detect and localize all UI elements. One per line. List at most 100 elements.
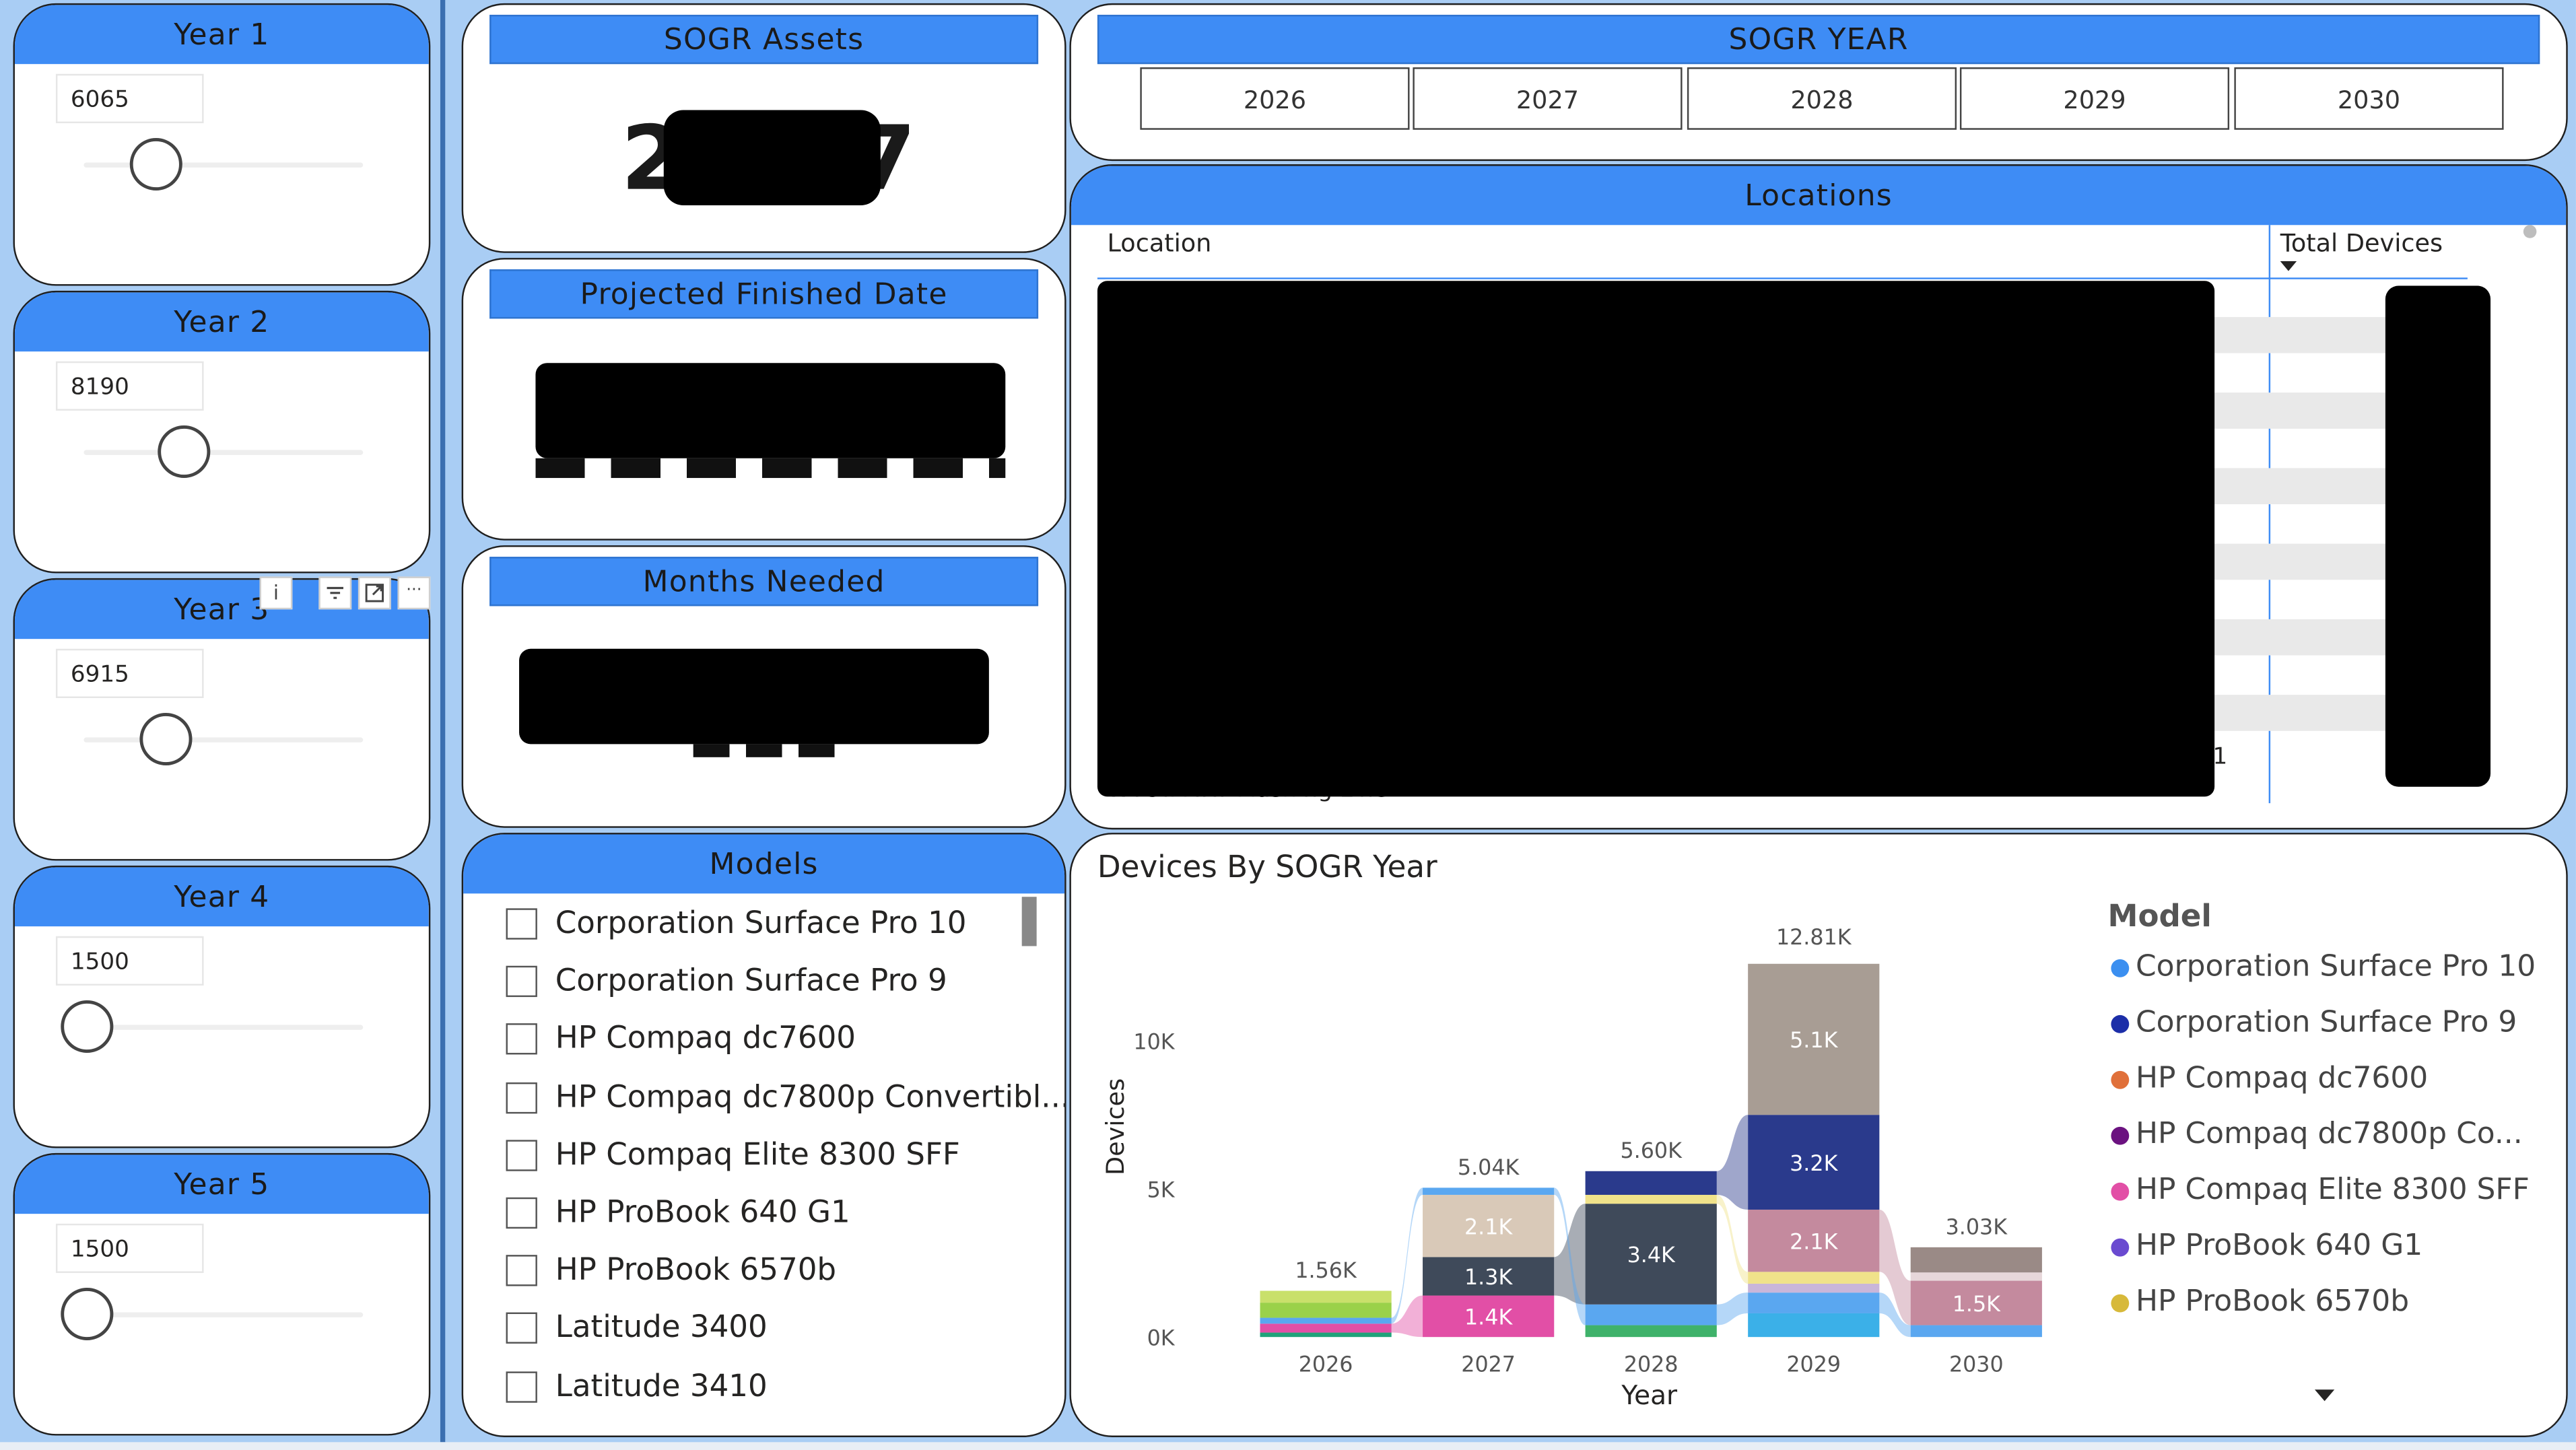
sogr-assets-title: SOGR Assets bbox=[489, 14, 1039, 65]
stack-segment bbox=[1748, 1292, 1880, 1313]
model-option-label: HP ProBook 640 G1 bbox=[555, 1196, 850, 1231]
checkbox[interactable] bbox=[506, 966, 537, 998]
projected-finished-date-redaction bbox=[535, 363, 1006, 458]
months-needed-residue bbox=[693, 744, 848, 757]
models-slicer-card: Models Corporation Surface Pro 10 Corpora… bbox=[461, 833, 1066, 1437]
year-5-value-input[interactable]: 1500 bbox=[55, 1223, 204, 1273]
year-1-slider-handle[interactable] bbox=[129, 137, 182, 191]
more-options-icon[interactable]: ··· bbox=[397, 576, 431, 610]
year-1-slider-track[interactable] bbox=[83, 162, 364, 168]
sogr-year-2027-button[interactable]: 2027 bbox=[1413, 67, 1683, 130]
legend-swatch bbox=[2111, 1238, 2130, 1257]
segment-data-label: 3.2K bbox=[1790, 1152, 1838, 1176]
sogr-assets-card: SOGR Assets 2 7 bbox=[461, 3, 1066, 253]
year-3-value-input[interactable]: 6915 bbox=[55, 648, 204, 698]
total-data-label: 12.81K bbox=[1776, 926, 1852, 950]
sort-desc-icon[interactable] bbox=[2280, 261, 2297, 271]
locations-col-total-header[interactable]: Total Devices bbox=[2280, 228, 2443, 258]
year-1-value-input[interactable]: 6065 bbox=[55, 73, 204, 123]
locations-redaction-totals bbox=[2385, 285, 2491, 787]
year-4-slider-handle[interactable] bbox=[61, 1000, 114, 1054]
left-column-divider bbox=[440, 0, 446, 1443]
locations-scroll-indicator[interactable] bbox=[2523, 225, 2537, 238]
year-2-slider-track[interactable] bbox=[83, 450, 364, 455]
sogr-year-title: SOGR YEAR bbox=[1097, 14, 2540, 65]
stack-segment bbox=[1585, 1171, 1717, 1195]
x-tick-label: 2029 bbox=[1786, 1352, 1841, 1377]
checkbox[interactable] bbox=[506, 1139, 537, 1171]
model-option-label: HP Compaq dc7600 bbox=[555, 1022, 856, 1057]
segment-data-label: 5.1K bbox=[1790, 1029, 1838, 1053]
checkbox[interactable] bbox=[506, 1081, 537, 1113]
models-slicer-scrollbar[interactable] bbox=[1021, 897, 1037, 946]
locations-row-stripe bbox=[2214, 543, 2385, 580]
locations-row-stripe bbox=[2214, 619, 2385, 656]
info-icon[interactable]: i bbox=[259, 576, 293, 610]
checkbox[interactable] bbox=[506, 1313, 537, 1344]
year-2-slider-handle[interactable] bbox=[158, 425, 211, 479]
legend-label: HP ProBook 640 G1 bbox=[2136, 1229, 2423, 1264]
checkbox[interactable] bbox=[506, 1255, 537, 1286]
legend-label: HP Compaq Elite 8300 SFF bbox=[2136, 1173, 2530, 1208]
model-option-label: HP ProBook 6570b bbox=[555, 1253, 837, 1288]
total-data-label: 1.56K bbox=[1295, 1259, 1357, 1283]
model-option-label: HP Compaq Elite 8300 SFF bbox=[555, 1138, 960, 1173]
stack-segment bbox=[1260, 1317, 1392, 1324]
stack-segment bbox=[1260, 1303, 1392, 1318]
sogr-year-2030-button[interactable]: 2030 bbox=[2234, 67, 2504, 130]
stack-segment bbox=[1260, 1290, 1392, 1303]
stack-segment bbox=[1585, 1304, 1717, 1325]
year-4-slider-track[interactable] bbox=[83, 1025, 364, 1030]
year-5-slider-track[interactable] bbox=[83, 1312, 364, 1317]
locations-col-location-header[interactable]: Location bbox=[1108, 228, 1212, 258]
legend-swatch bbox=[2111, 1126, 2130, 1145]
months-needed-redaction bbox=[519, 648, 989, 745]
legend-label: HP ProBook 6570b bbox=[2136, 1284, 2410, 1319]
legend-swatch bbox=[2111, 1070, 2130, 1089]
more-options-glyph: ··· bbox=[406, 581, 422, 600]
filter-icon[interactable] bbox=[318, 576, 352, 610]
locations-title: Locations bbox=[1071, 166, 2567, 226]
legend-label: Corporation Surface Pro 10 bbox=[2136, 949, 2536, 984]
sogr-year-2026-button[interactable]: 2026 bbox=[1140, 67, 1410, 130]
stack-segment bbox=[1423, 1187, 1555, 1195]
legend-scroll-down-icon[interactable] bbox=[2314, 1389, 2335, 1402]
checkbox[interactable] bbox=[506, 908, 537, 940]
total-data-label: 3.03K bbox=[1946, 1215, 2008, 1239]
ribbon-connector bbox=[1716, 1292, 1749, 1325]
x-tick-label: 2026 bbox=[1299, 1352, 1353, 1377]
months-needed-title: Months Needed bbox=[489, 557, 1039, 607]
legend-title: Model bbox=[2107, 900, 2212, 935]
checkbox[interactable] bbox=[506, 1197, 537, 1229]
sogr-year-slicer-card: SOGR YEAR 2026 2027 2028 2029 2030 bbox=[1069, 3, 2568, 162]
model-option-label: Corporation Surface Pro 10 bbox=[555, 906, 967, 942]
checkbox[interactable] bbox=[506, 1024, 537, 1056]
sogr-year-2029-button[interactable]: 2029 bbox=[1959, 67, 2230, 130]
year-3-slider-track[interactable] bbox=[83, 737, 364, 743]
legend-swatch bbox=[2111, 1014, 2130, 1033]
checkbox[interactable] bbox=[506, 1371, 537, 1402]
stack-segment bbox=[1260, 1332, 1392, 1338]
locations-row-stripe bbox=[2214, 695, 2385, 731]
models-slicer-title: Models bbox=[463, 834, 1065, 894]
sogr-year-2028-button[interactable]: 2028 bbox=[1687, 67, 1957, 130]
segment-data-label: 1.4K bbox=[1464, 1306, 1513, 1330]
year-5-slider-handle[interactable] bbox=[61, 1287, 114, 1341]
year-4-value-input[interactable]: 1500 bbox=[55, 936, 204, 986]
year-1-slider-card: Year 1 6065 bbox=[13, 3, 431, 286]
total-data-label: 5.60K bbox=[1620, 1139, 1683, 1163]
stack-segment bbox=[1910, 1325, 2042, 1338]
year-3-slider-handle[interactable] bbox=[139, 712, 193, 766]
projected-finished-date-card: Projected Finished Date bbox=[461, 258, 1066, 541]
stack-segment bbox=[1260, 1323, 1392, 1333]
segment-data-label: 2.1K bbox=[1464, 1215, 1513, 1239]
year-2-value-input[interactable]: 8190 bbox=[55, 361, 204, 411]
dashboard-canvas: Year 1 6065 Year 2 8190 Year 3 6915 Year… bbox=[0, 0, 2576, 1450]
locations-row-stripe bbox=[2214, 468, 2385, 505]
year-1-title: Year 1 bbox=[14, 5, 429, 65]
year-4-title: Year 4 bbox=[14, 867, 429, 927]
stack-segment bbox=[1748, 1272, 1880, 1284]
stack-segment bbox=[1585, 1194, 1717, 1204]
year-2-slider-card: Year 2 8190 bbox=[13, 290, 431, 574]
focus-mode-icon[interactable] bbox=[358, 576, 391, 610]
